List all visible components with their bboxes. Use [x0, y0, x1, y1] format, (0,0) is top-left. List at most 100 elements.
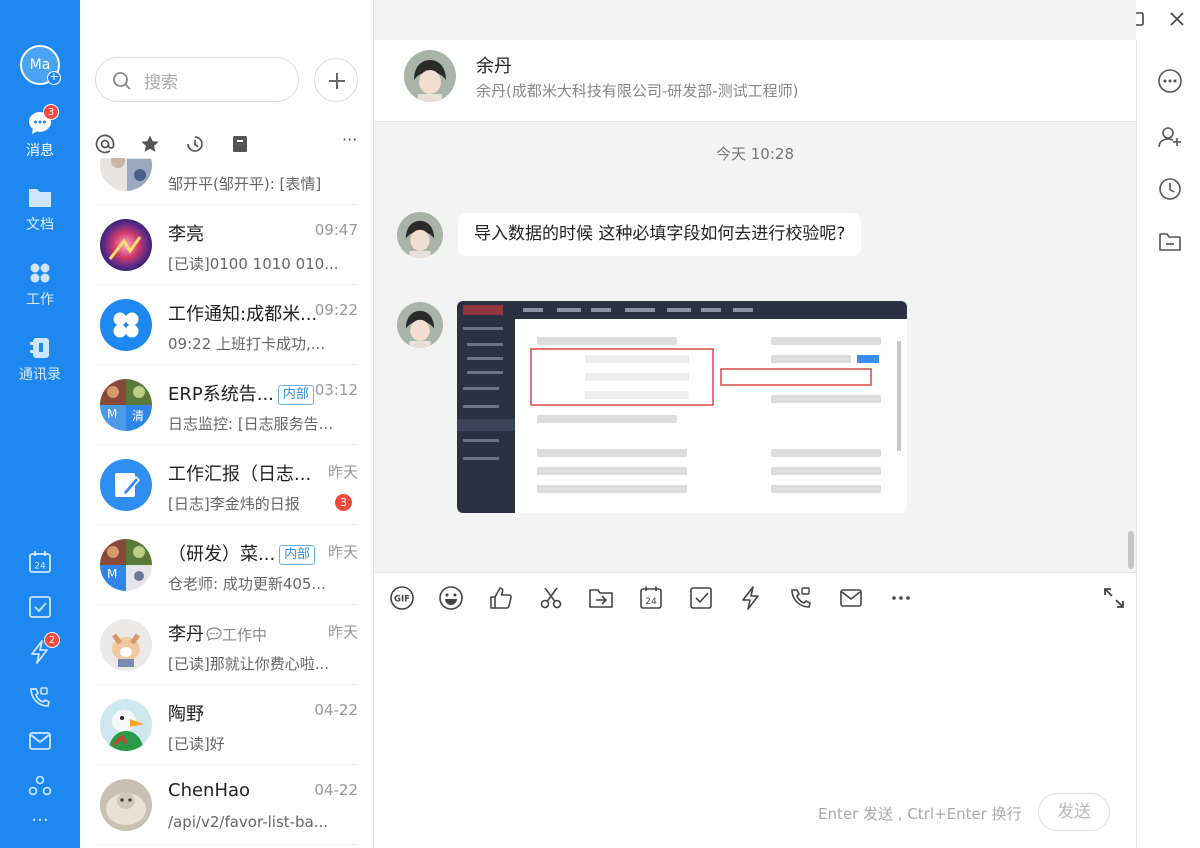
image-message[interactable] [457, 301, 907, 513]
list-item[interactable]: 工作通知:成都米... 09:22 09:22 上班打卡成功,... [94, 285, 358, 365]
conversation-list: 邹开平(邹开平): [表情] 李亮 09:47 [已读]0100 1010 01… [80, 158, 374, 848]
contact-name: ERP系统告... 内部 [168, 380, 314, 406]
rail-item-label: 消息 [26, 143, 54, 159]
chat-header: 余丹 余丹(成都米大科技有限公司-研发部-测试工程师) [374, 40, 1136, 122]
gif-icon[interactable]: GIF [389, 585, 415, 611]
group-avatar: M 清 [100, 379, 152, 431]
chat-scrollbar[interactable] [1128, 531, 1134, 569]
search-input[interactable]: 搜索 [95, 57, 299, 102]
add-status-icon[interactable]: + [47, 71, 61, 85]
grid-icon [30, 263, 50, 283]
avatar-letter: M [107, 407, 118, 421]
sender-avatar[interactable] [397, 212, 443, 258]
star-icon[interactable] [140, 134, 160, 154]
calendar-icon[interactable]: 24 [28, 550, 52, 574]
list-item[interactable]: 李丹 工作中 昨天 [已读]那就让你费心啦... [94, 605, 358, 685]
expand-icon[interactable] [1101, 585, 1127, 611]
send-file-icon[interactable] [588, 585, 614, 611]
chat-contact-name: 余丹 [476, 56, 512, 77]
app-window: Ma + 消息 3 文档 工作 通讯录 24 2 ··· 搜索 ··· 邹开平(… [0, 0, 1200, 848]
conversation-panel: 搜索 ··· 邹开平(邹开平): [表情] 李亮 09:47 [已读]0100 … [80, 0, 448, 848]
list-item[interactable]: 工作汇报（日志... 昨天 [日志]李金炜的日报 3 [94, 445, 358, 525]
avatar [100, 779, 152, 831]
presence-status: 工作中 [206, 626, 267, 644]
preview: [日志]李金炜的日报 [168, 495, 300, 513]
plus-icon [329, 73, 345, 89]
contact-name: ChenHao [168, 780, 251, 801]
timestamp: 03:12 [314, 381, 358, 399]
video-call-icon[interactable] [28, 685, 52, 709]
add-member-icon[interactable] [1157, 124, 1183, 150]
right-rail [1136, 40, 1200, 848]
org-icon[interactable] [28, 774, 52, 798]
search-placeholder: 搜索 [144, 73, 178, 93]
timestamp: 昨天 [327, 463, 358, 481]
emoji-icon[interactable] [438, 585, 464, 611]
scissors-icon[interactable] [538, 585, 564, 611]
files-icon[interactable] [1157, 229, 1183, 255]
more-apps-button[interactable]: ··· [0, 810, 80, 831]
archive-icon[interactable] [230, 134, 250, 154]
avatar-letter: 清 [132, 409, 145, 423]
mail-icon[interactable] [28, 729, 52, 753]
more-filters-button[interactable]: ··· [342, 130, 357, 149]
todo-icon[interactable] [688, 585, 714, 611]
screenshot-thumbnail [457, 301, 907, 513]
contact-name: （研发）菜... 内部 [168, 540, 316, 566]
more-options-icon[interactable] [1157, 68, 1183, 94]
svg-text:24: 24 [645, 597, 657, 607]
search-icon [113, 72, 131, 90]
group-avatar: M [100, 539, 152, 591]
list-item[interactable]: 李亮 09:47 [已读]0100 1010 010... [94, 205, 358, 285]
rail-item-contacts[interactable]: 通讯录 [0, 336, 80, 384]
history-icon[interactable] [185, 134, 205, 154]
more-icon[interactable] [888, 585, 914, 611]
todo-icon[interactable] [28, 595, 52, 619]
rail-item-docs[interactable]: 文档 [0, 186, 80, 234]
composer: GIF 24 Enter 发送 , Ctrl+Enter 换行 发送 [374, 572, 1136, 848]
list-item[interactable]: M 清 ERP系统告... 内部 03:12 日志监控: [日志服务告... [94, 365, 358, 445]
avatar [100, 158, 152, 191]
report-icon [115, 473, 141, 497]
lightning-icon[interactable] [738, 585, 764, 611]
mail-icon[interactable] [838, 585, 864, 611]
timestamp: 09:22 [314, 301, 358, 319]
composer-hint: Enter 发送 , Ctrl+Enter 换行 [818, 805, 1022, 823]
svg-text:GIF: GIF [394, 595, 410, 605]
my-avatar-text: Ma [29, 57, 51, 73]
close-icon[interactable] [1168, 10, 1186, 28]
thumbs-up-icon[interactable] [488, 585, 514, 611]
rail-item-label: 通讯录 [19, 367, 61, 383]
contact-name: 李丹 工作中 [168, 624, 268, 645]
list-item[interactable]: 陶野 04-22 [已读]好 [94, 685, 358, 765]
sender-avatar[interactable] [397, 302, 443, 348]
list-item[interactable]: M （研发）菜... 内部 昨天 仓老师: 成功更新405... [94, 525, 358, 605]
rail-item-work[interactable]: 工作 [0, 261, 80, 309]
avatar [100, 699, 152, 751]
preview: [已读]0100 1010 010... [168, 255, 339, 273]
contact-name: 李亮 [168, 224, 204, 245]
rail-item-messages[interactable]: 消息 3 [0, 104, 80, 160]
calendar-icon[interactable]: 24 [638, 585, 664, 611]
list-item[interactable]: 邹开平(邹开平): [表情] [94, 158, 358, 205]
list-item[interactable]: ChenHao 04-22 /api/v2/favor-list-ba... [94, 765, 358, 845]
history-icon[interactable] [1157, 176, 1183, 202]
at-icon[interactable] [95, 134, 115, 154]
contact-avatar[interactable] [404, 50, 456, 102]
rail-item-label: 工作 [26, 292, 54, 308]
send-button[interactable]: 发送 [1038, 793, 1110, 831]
my-avatar[interactable]: Ma + [20, 45, 61, 85]
video-call-icon[interactable] [788, 585, 814, 611]
contact-name: 工作汇报（日志... [168, 464, 312, 485]
unread-count-badge: 3 [335, 494, 352, 511]
create-button[interactable] [314, 58, 358, 102]
preview: [已读]那就让你费心啦... [168, 655, 330, 673]
message-bubble[interactable]: 导入数据的时候 这种必填字段如何去进行校验呢? [458, 213, 862, 256]
work-notice-icon [113, 312, 139, 338]
timestamp: 昨天 [327, 543, 358, 561]
avatar [100, 619, 152, 671]
internal-tag: 内部 [279, 545, 316, 565]
contacts-icon [30, 338, 49, 358]
avatar-letter: M [107, 567, 118, 581]
chat-panel: 余丹 余丹(成都米大科技有限公司-研发部-测试工程师) 今天 10:28 导入数… [374, 0, 1136, 848]
